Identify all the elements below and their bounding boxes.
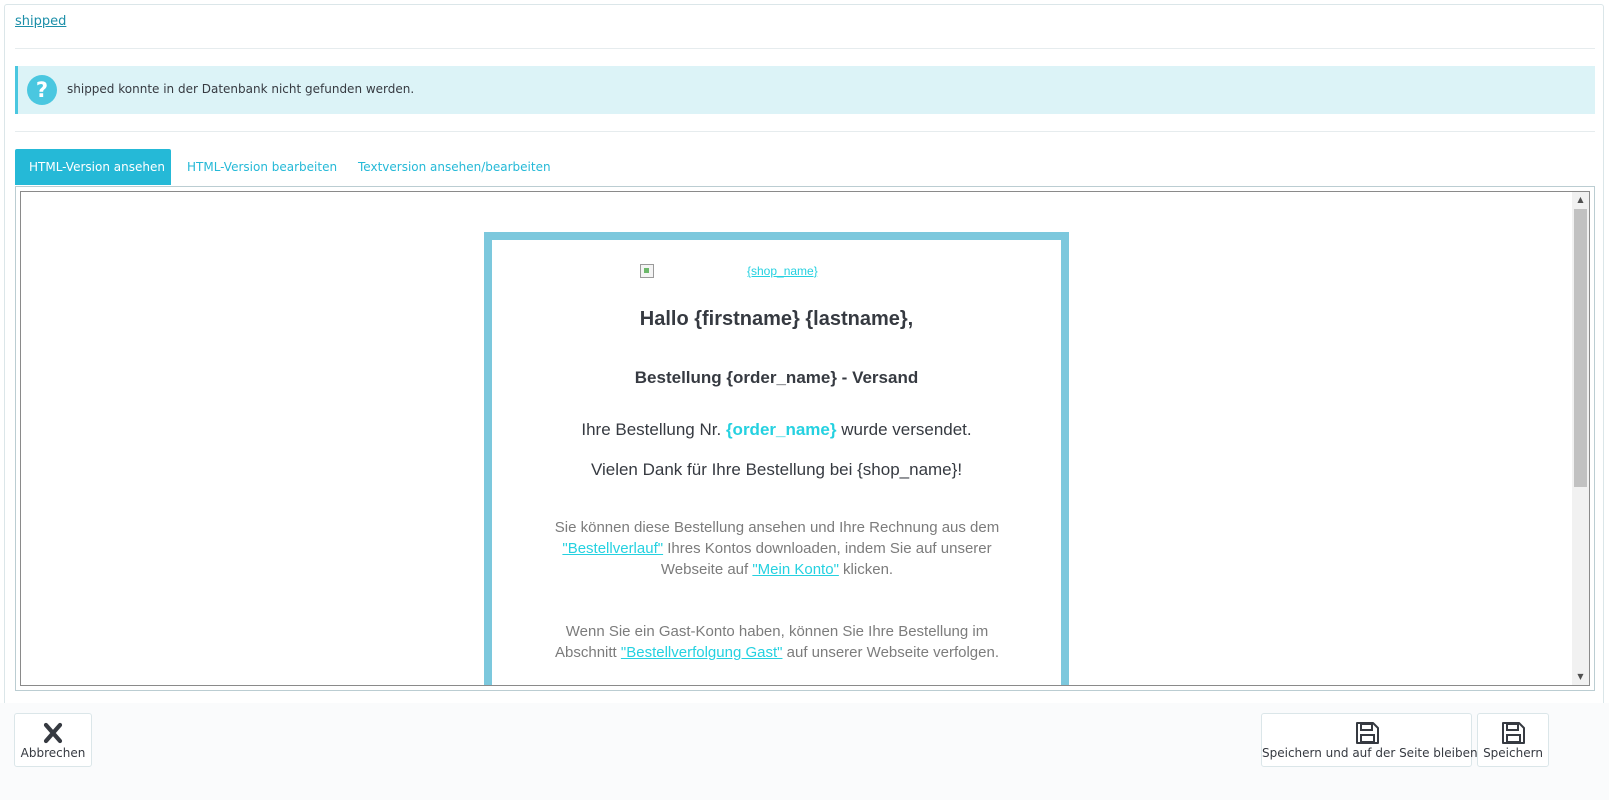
broken-image-icon [640,264,654,278]
order-reference: {order_name} [725,420,837,439]
save-and-stay-label: Speichern und auf der Seite bleiben [1262,746,1478,760]
scroll-down-arrow-icon[interactable]: ▼ [1572,669,1589,685]
info-alert: ? shipped konnte in der Datenbank nicht … [15,66,1595,114]
save-label: Speichern [1483,746,1543,760]
my-account-link[interactable]: "Mein Konto" [752,561,839,578]
divider [15,48,1595,49]
preview-scrollbar[interactable]: ▲ ▼ [1572,192,1589,685]
guest-paragraph: Wenn Sie ein Gast-Konto haben, können Si… [552,621,1002,663]
para-text: klicken. [838,561,894,578]
save-and-stay-button[interactable]: Speichern und auf der Seite bleiben [1261,713,1478,767]
alert-message: shipped konnte in der Datenbank nicht ge… [67,82,415,96]
tab-html-edit[interactable]: HTML-Version bearbeiten [173,149,351,185]
invoice-paragraph: Sie können diese Bestellung ansehen und … [552,517,1002,580]
tab-html-view[interactable]: HTML-Version ansehen [15,149,171,185]
para-text: Sie können diese Bestellung ansehen und … [554,519,1000,536]
order-line-suffix: wurde versendet. [836,420,972,439]
html-preview-frame: {shop_name} Hallo {firstname} {lastname}… [15,186,1595,691]
form-footer: Abbrechen Speichern und auf der Seite bl… [0,703,1609,800]
divider [15,131,1595,132]
email-greeting: Hallo {firstname} {lastname}, [639,308,914,330]
thanks-line: Vielen Dank für Ihre Bestellung bei {sho… [590,460,963,479]
logo-row: {shop_name} [492,262,1061,282]
save-icon [1355,722,1379,744]
email-subject: Bestellung {order_name} - Versand [634,368,919,387]
order-line-prefix: Ihre Bestellung Nr. [581,420,726,439]
scroll-up-arrow-icon[interactable]: ▲ [1572,192,1589,208]
preview-iframe[interactable]: {shop_name} Hallo {firstname} {lastname}… [20,191,1590,686]
save-icon [1502,722,1525,744]
cancel-label: Abbrechen [20,746,86,760]
scroll-thumb[interactable] [1574,209,1587,487]
order-history-link[interactable]: "Bestellverlauf" [562,540,663,557]
email-body: {shop_name} Hallo {firstname} {lastname}… [484,232,1069,685]
save-button[interactable]: Speichern [1477,713,1549,767]
cancel-button[interactable]: Abbrechen [14,713,92,767]
question-circle-icon: ? [27,75,57,105]
tab-text-edit[interactable]: Textversion ansehen/bearbeiten [344,149,565,185]
email-template-panel: shipped ? shipped konnte in der Datenban… [4,4,1604,719]
template-name-link[interactable]: shipped [15,14,66,29]
para-text: auf unserer Webseite verfolgen. [782,644,999,661]
order-line: Ihre Bestellung Nr. {order_name} wurde v… [492,420,1061,440]
close-icon [43,722,63,744]
shop-logo-link[interactable]: {shop_name} [747,264,818,278]
guest-tracking-link[interactable]: "Bestellverfolgung Gast" [621,644,783,661]
